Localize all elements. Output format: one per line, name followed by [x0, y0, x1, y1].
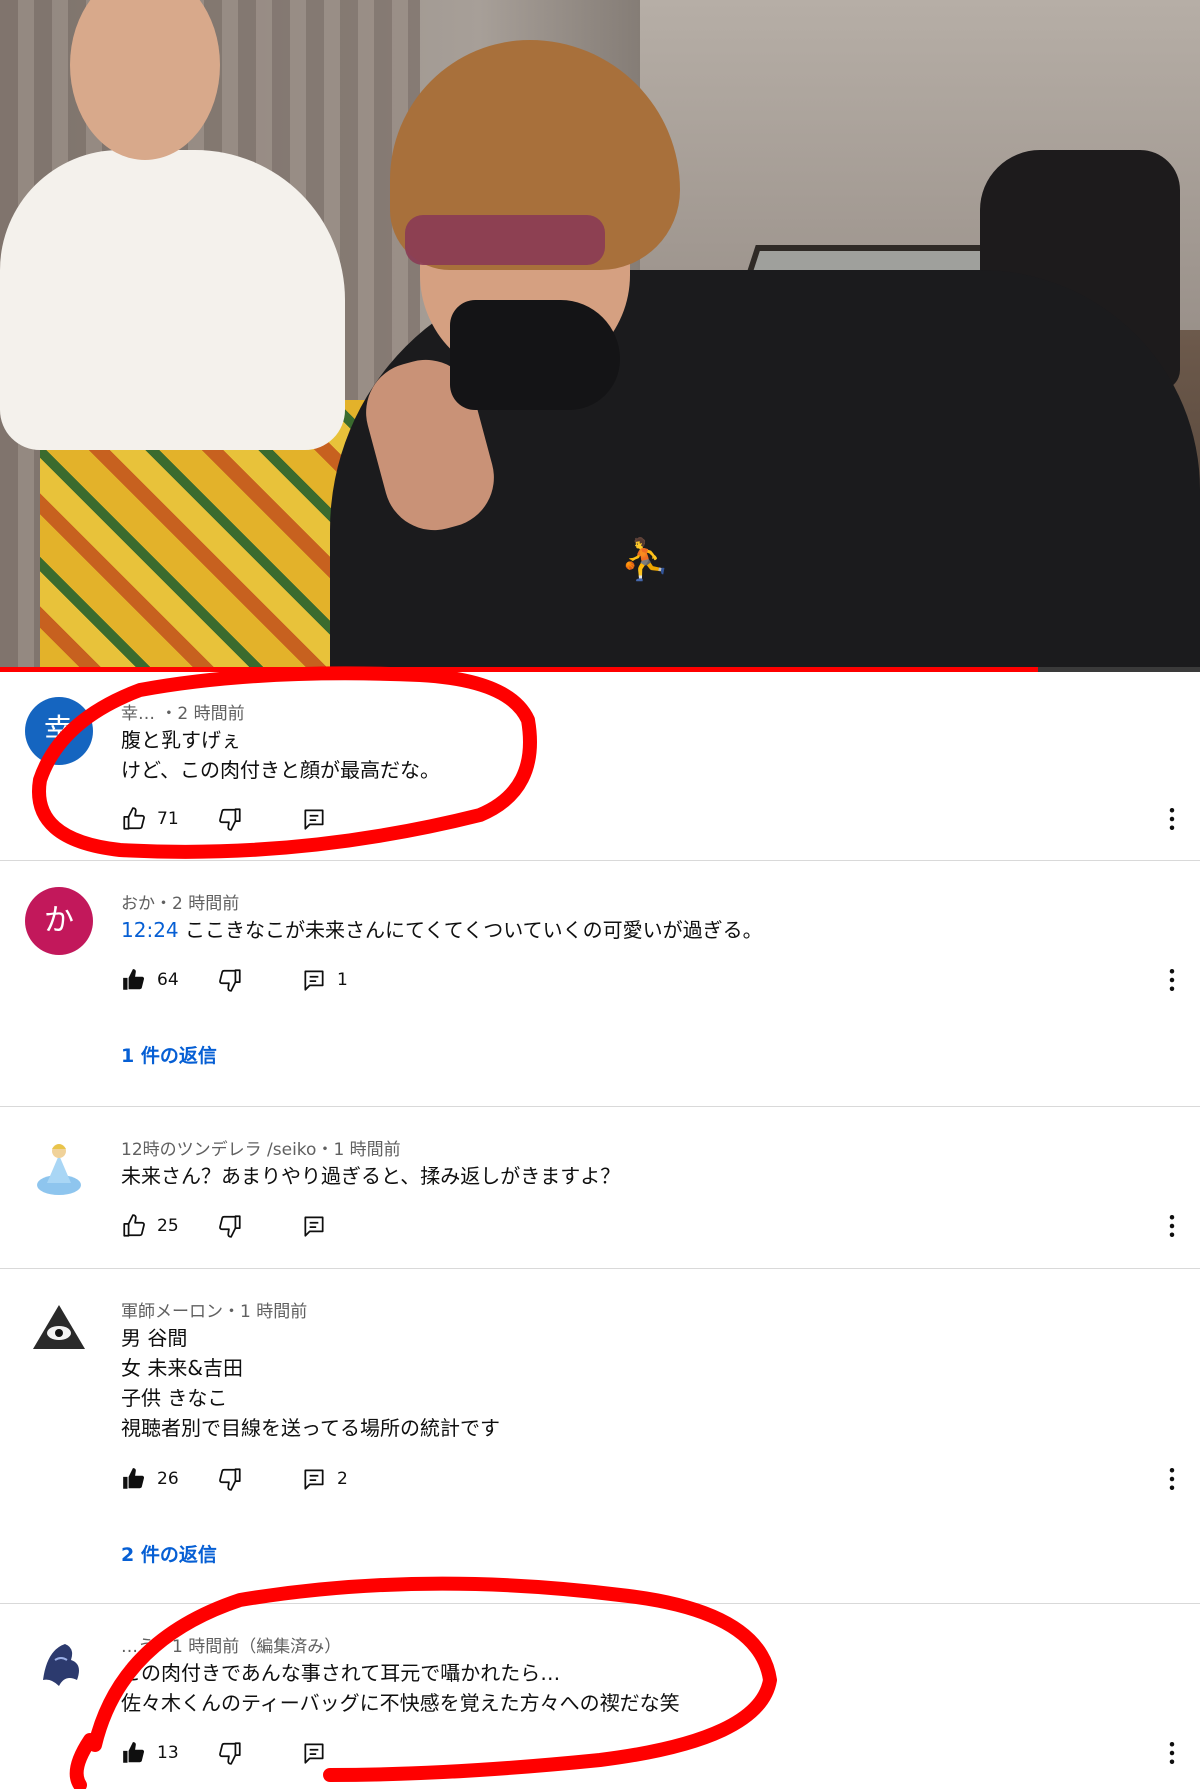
- avatar[interactable]: 幸: [25, 697, 93, 765]
- like-count: 25: [157, 1216, 179, 1236]
- comment-actions: 25: [121, 1211, 1181, 1241]
- vertical-dots-icon: [1169, 1215, 1175, 1237]
- comment-text-line: 子供 きなこ: [121, 1386, 228, 1410]
- comment-divider: [0, 1603, 1200, 1604]
- video-frame-woman: [0, 150, 345, 450]
- comment-text-line: けど、この肉付きと顔が最高だな。: [121, 758, 440, 782]
- video-progress-fill: [0, 667, 1038, 672]
- comment-author-time: おか・2 時間前: [121, 894, 240, 914]
- video-progress-bar[interactable]: [0, 667, 1200, 672]
- vertical-dots-icon: [1169, 969, 1175, 991]
- comment-actions: 64 1: [121, 965, 1181, 995]
- comment-text-line: 腹と乳すげぇ: [121, 728, 241, 752]
- reply-button[interactable]: [301, 1211, 327, 1241]
- thumbs-down-outline-icon: [219, 1742, 241, 1765]
- comment-text: ここきなこが未来さんにてくてくついていくの可愛いが過ぎる。: [185, 918, 763, 942]
- reply-button[interactable]: 1: [301, 965, 348, 995]
- more-options-button[interactable]: [1157, 1738, 1187, 1768]
- more-options-button[interactable]: [1157, 1464, 1187, 1494]
- view-replies-link[interactable]: 2 件の返信: [121, 1540, 217, 1567]
- comment-icon: [304, 1216, 324, 1237]
- reply-button[interactable]: 2: [301, 1464, 348, 1494]
- thumbs-up-filled-icon: [123, 969, 145, 990]
- thumbs-up-outline-icon: [123, 1214, 145, 1237]
- dislike-button[interactable]: [217, 1464, 243, 1494]
- princess-avatar-icon[interactable]: [25, 1133, 93, 1201]
- more-options-button[interactable]: [1157, 1211, 1187, 1241]
- thumbs-down-outline-icon: [219, 969, 241, 992]
- jumpman-logo-icon: ⛹: [620, 537, 670, 583]
- comment-divider: [0, 1268, 1200, 1269]
- comment-author-time: 軍師メーロン・1 時間前: [121, 1302, 308, 1322]
- comment-text-line: 男 谷間: [121, 1326, 188, 1350]
- reply-count: 2: [337, 1469, 348, 1489]
- comment-divider: [0, 1106, 1200, 1107]
- thumbs-up-filled-icon: [123, 1742, 145, 1763]
- like-count: 26: [157, 1469, 179, 1489]
- video-frame-mask: [450, 300, 620, 410]
- comment-text-line: この肉付きであんな事されて耳元で囁かれたら…: [121, 1661, 561, 1685]
- vertical-dots-icon: [1169, 808, 1175, 830]
- vertical-dots-icon: [1169, 1742, 1175, 1764]
- thumbs-down-outline-icon: [219, 808, 241, 831]
- like-button[interactable]: 64: [121, 965, 179, 995]
- vertical-dots-icon: [1169, 1468, 1175, 1490]
- thumbs-down-outline-icon: [219, 1468, 241, 1491]
- video-frame-glasses: [405, 215, 605, 265]
- comment-icon: [304, 1743, 324, 1764]
- like-count: 71: [157, 809, 179, 829]
- comment-author-time: 12時のツンデレラ /seiko・1 時間前: [121, 1140, 401, 1160]
- comment-text-line: 未来さん？あまりやり過ぎると、揉み返しがきますよ？: [121, 1164, 621, 1188]
- thumbs-down-outline-icon: [219, 1215, 241, 1238]
- reply-button[interactable]: [301, 1738, 327, 1768]
- comment-text-line: 女 未来&吉田: [121, 1356, 243, 1380]
- comment-divider: [0, 860, 1200, 861]
- comment-icon: [304, 1469, 324, 1490]
- reply-button[interactable]: [301, 804, 327, 834]
- dragon-avatar-icon[interactable]: [25, 1630, 93, 1698]
- comment-actions: 13: [121, 1738, 1181, 1768]
- like-button[interactable]: 71: [121, 804, 179, 834]
- comment-author-time: …う・1 時間前（編集済み）: [121, 1637, 342, 1657]
- video-player[interactable]: ⛹: [0, 0, 1200, 670]
- avatar[interactable]: か: [25, 887, 93, 955]
- comment-text-line: 佐々木くんのティーバッグに不快感を覚えた方々への禊だな笑: [121, 1691, 680, 1715]
- dislike-button[interactable]: [217, 1738, 243, 1768]
- view-replies-link[interactable]: 1 件の返信: [121, 1041, 217, 1068]
- thumbs-up-filled-icon: [123, 1468, 145, 1489]
- comment-actions: 26 2: [121, 1464, 1181, 1494]
- comment-icon: [304, 970, 324, 991]
- thumbs-up-outline-icon: [123, 807, 145, 830]
- comment-timestamp-link[interactable]: 12:24: [121, 918, 179, 942]
- eye-pyramid-avatar-icon[interactable]: [25, 1295, 93, 1363]
- comment-text-line: 12:24 ここきなこが未来さんにてくてくついていくの可愛いが過ぎる。: [121, 914, 763, 943]
- comment-author-time: 幸… ・2 時間前: [121, 704, 245, 724]
- like-button[interactable]: 25: [121, 1211, 179, 1241]
- comment-icon: [304, 809, 324, 830]
- dislike-button[interactable]: [217, 804, 243, 834]
- more-options-button[interactable]: [1157, 804, 1187, 834]
- dislike-button[interactable]: [217, 1211, 243, 1241]
- dislike-button[interactable]: [217, 965, 243, 995]
- comment-actions: 71: [121, 804, 1181, 834]
- reply-count: 1: [337, 970, 348, 990]
- more-options-button[interactable]: [1157, 965, 1187, 995]
- comment-text-line: 視聴者別で目線を送ってる場所の統計です: [121, 1416, 500, 1440]
- like-count: 13: [157, 1743, 179, 1763]
- like-count: 64: [157, 970, 179, 990]
- like-button[interactable]: 13: [121, 1738, 179, 1768]
- like-button[interactable]: 26: [121, 1464, 179, 1494]
